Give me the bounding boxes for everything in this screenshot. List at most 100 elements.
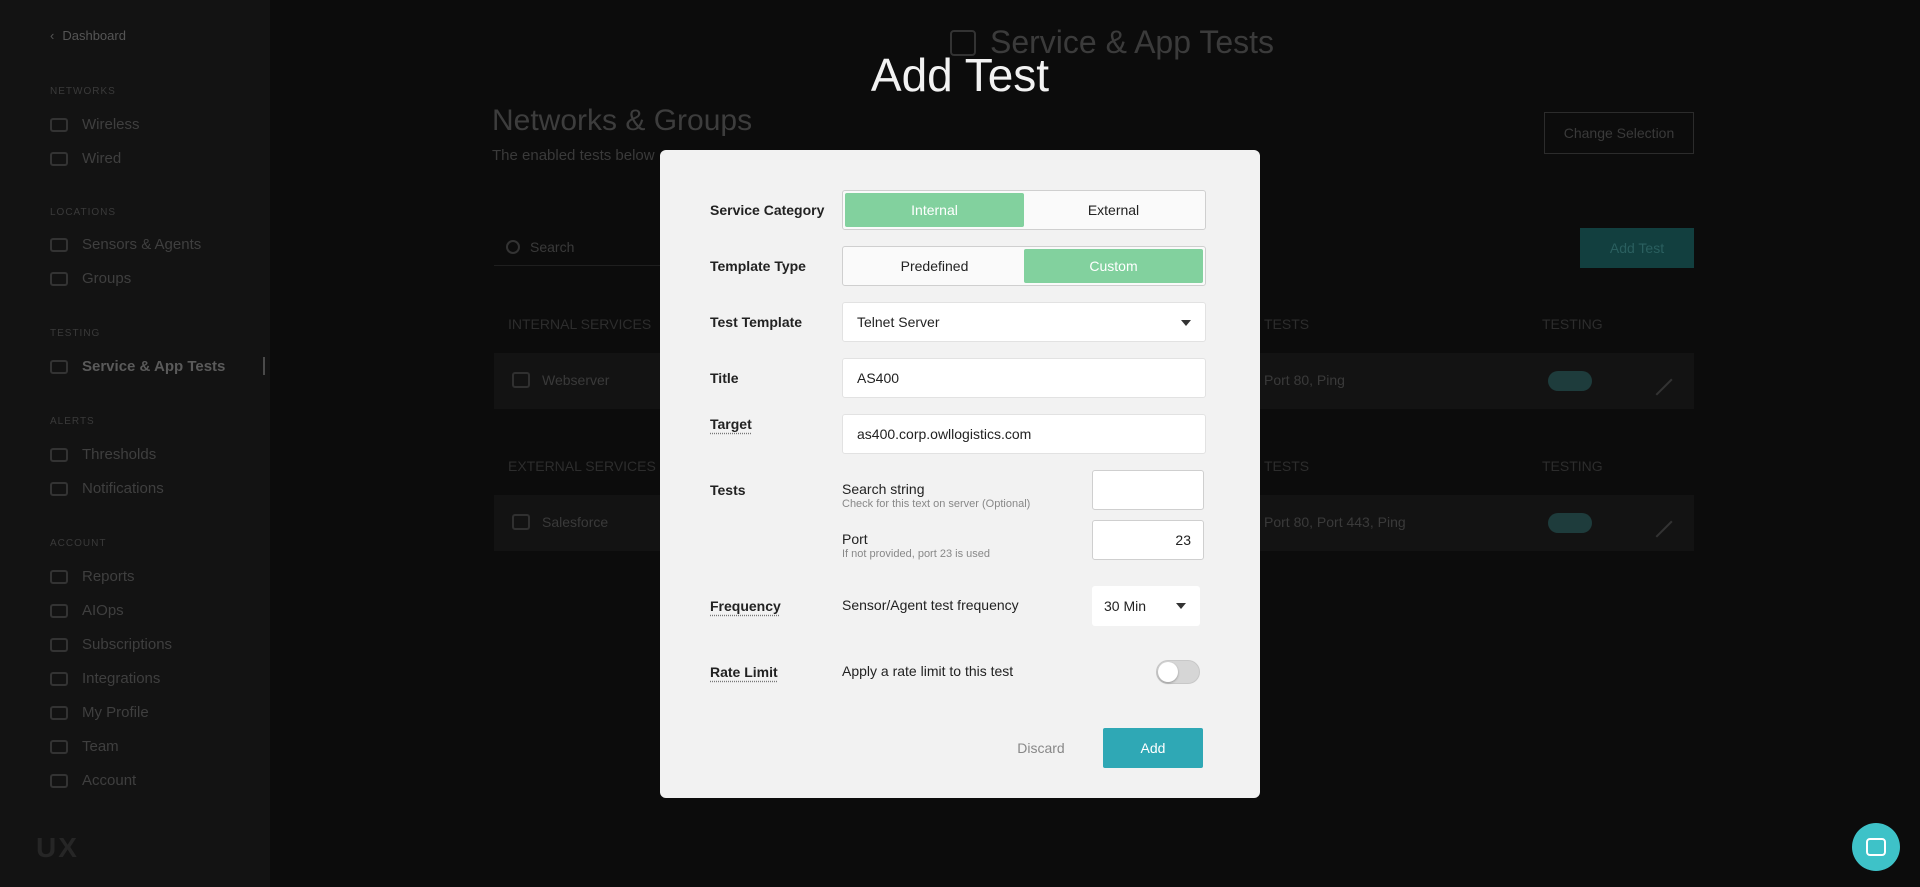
account-icon: [50, 773, 68, 788]
reports-icon: [50, 569, 68, 584]
title-label: Title: [710, 370, 739, 386]
modal-title: Add Test: [870, 49, 1050, 101]
title-input[interactable]: AS400: [842, 358, 1206, 398]
external-option[interactable]: External: [1024, 193, 1203, 227]
change-selection-button[interactable]: Change Selection: [1544, 112, 1694, 154]
sidebar-item-groups[interactable]: Groups: [50, 270, 131, 287]
test-template-label: Test Template: [710, 314, 803, 330]
title-value: AS400: [857, 370, 900, 386]
row-name: Salesforce: [542, 514, 609, 530]
testing-toggle[interactable]: [1548, 371, 1592, 391]
sidebar-item-reports[interactable]: Reports: [50, 568, 135, 585]
testing-column-header: TESTING: [1542, 316, 1603, 332]
aiops-icon: [50, 603, 68, 618]
internal-option[interactable]: Internal: [845, 193, 1024, 227]
chevron-left-icon: ‹: [50, 28, 55, 43]
server-icon: [512, 372, 530, 388]
ethernet-icon: [50, 151, 68, 166]
back-label: Dashboard: [62, 28, 126, 43]
add-button[interactable]: Add: [1103, 728, 1203, 768]
port-input[interactable]: 23: [1092, 520, 1204, 560]
brand-logo: UX: [36, 832, 79, 863]
search-string-input[interactable]: [1092, 470, 1204, 510]
port-hint: If not provided, port 23 is used: [842, 548, 990, 560]
row-tests: Port 80, Port 443, Ping: [1264, 514, 1406, 530]
sensor-icon: [50, 237, 68, 252]
chevron-down-icon: [1176, 603, 1186, 609]
test-template-value: Telnet Server: [857, 314, 940, 330]
chat-launcher-button[interactable]: [1852, 823, 1900, 871]
target-label: Target: [710, 416, 752, 432]
service-category-label: Service Category: [710, 202, 825, 218]
subscriptions-icon: [50, 637, 68, 652]
edit-icon[interactable]: [1641, 364, 1673, 396]
target-input[interactable]: as400.corp.owllogistics.com: [842, 414, 1206, 454]
add-test-button[interactable]: Add Test: [1580, 228, 1694, 268]
chat-icon: [1866, 838, 1886, 856]
chevron-down-icon: [1181, 320, 1191, 326]
tests-column-header: TESTS: [1264, 458, 1310, 474]
sidebar-section-testing: TESTING: [50, 328, 101, 339]
toggle-knob: [1158, 662, 1178, 682]
sidebar-item-service-app-tests[interactable]: Service & App Tests: [50, 358, 225, 375]
sidebar: ‹ Dashboard NETWORKS Wireless Wired LOCA…: [0, 0, 270, 887]
sidebar-item-sensors-agents[interactable]: Sensors & Agents: [50, 236, 201, 253]
app-page: ‹ Dashboard NETWORKS Wireless Wired LOCA…: [0, 0, 1920, 887]
search-string-hint: Check for this text on server (Optional): [842, 498, 1031, 510]
testing-column-header: TESTING: [1542, 458, 1603, 474]
rate-limit-toggle[interactable]: [1156, 660, 1200, 684]
testing-toggle[interactable]: [1548, 513, 1592, 533]
frequency-value: 30 Min: [1104, 598, 1147, 614]
service-category-toggle: Internal External: [842, 190, 1206, 230]
test-template-select[interactable]: Telnet Server: [842, 302, 1206, 342]
sidebar-item-aiops[interactable]: AIOps: [50, 602, 124, 619]
profile-icon: [50, 705, 68, 720]
layers-icon: [50, 359, 68, 374]
sidebar-item-subscriptions[interactable]: Subscriptions: [50, 636, 172, 653]
row-name: Webserver: [542, 372, 610, 388]
thresholds-icon: [50, 447, 68, 462]
template-type-label: Template Type: [710, 258, 806, 274]
page-subtitle: The enabled tests below: [492, 147, 655, 164]
search-icon: [506, 239, 520, 254]
wifi-icon: [50, 117, 68, 132]
frequency-select[interactable]: 30 Min: [1092, 586, 1200, 626]
rate-limit-label: Rate Limit: [710, 664, 778, 680]
add-test-modal: Service Category Internal External Templ…: [660, 150, 1260, 798]
row-tests: Port 80, Ping: [1264, 372, 1345, 388]
template-type-toggle: Predefined Custom: [842, 246, 1206, 286]
frequency-label: Frequency: [710, 598, 781, 614]
sidebar-item-notifications[interactable]: Notifications: [50, 480, 164, 497]
groups-icon: [50, 271, 68, 286]
page-title: Networks & Groups: [492, 104, 753, 137]
rate-limit-description: Apply a rate limit to this test: [842, 663, 1014, 679]
sidebar-item-team[interactable]: Team: [50, 738, 119, 755]
sidebar-section-account: ACCOUNT: [50, 538, 107, 549]
sidebar-item-thresholds[interactable]: Thresholds: [50, 446, 156, 463]
predefined-option[interactable]: Predefined: [845, 249, 1024, 283]
cloud-icon: [512, 514, 530, 530]
bell-icon: [50, 481, 68, 496]
sidebar-item-integrations[interactable]: Integrations: [50, 670, 160, 687]
sidebar-item-wired[interactable]: Wired: [50, 150, 121, 167]
port-label: Port: [842, 531, 868, 547]
search-input[interactable]: Search: [494, 228, 674, 266]
sidebar-item-account[interactable]: Account: [50, 772, 136, 789]
external-services-heading: EXTERNAL SERVICES: [508, 458, 656, 474]
discard-button[interactable]: Discard: [1006, 728, 1076, 768]
tests-column-header: TESTS: [1264, 316, 1310, 332]
tests-label: Tests: [710, 482, 746, 498]
sidebar-item-my-profile[interactable]: My Profile: [50, 704, 149, 721]
sidebar-section-alerts: ALERTS: [50, 416, 95, 427]
sidebar-item-wireless[interactable]: Wireless: [50, 116, 140, 133]
target-value: as400.corp.owllogistics.com: [857, 426, 1032, 442]
sidebar-section-locations: LOCATIONS: [50, 207, 117, 218]
frequency-description: Sensor/Agent test frequency: [842, 597, 1019, 613]
internal-services-heading: INTERNAL SERVICES: [508, 316, 652, 332]
integrations-icon: [50, 671, 68, 686]
back-link[interactable]: ‹ Dashboard: [50, 28, 126, 43]
edit-icon[interactable]: [1641, 506, 1673, 538]
custom-option[interactable]: Custom: [1024, 249, 1203, 283]
active-indicator: [263, 357, 265, 375]
team-icon: [50, 739, 68, 754]
